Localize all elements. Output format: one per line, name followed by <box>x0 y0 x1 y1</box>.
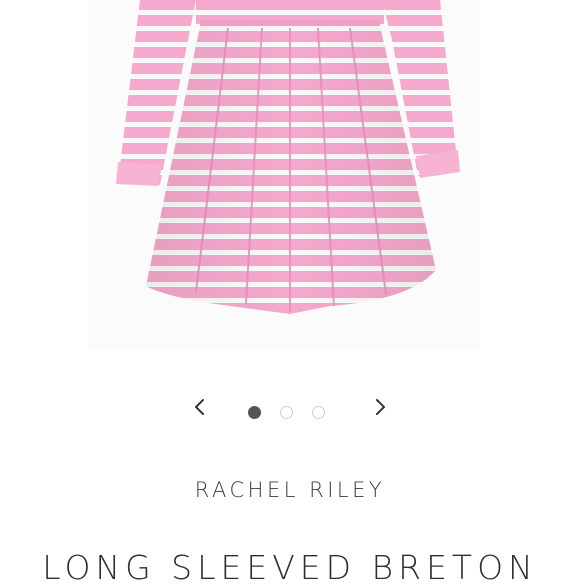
image-carousel-controls <box>0 393 580 429</box>
chevron-left-icon <box>193 398 207 420</box>
product-title: LONG SLEEVED BRETON <box>42 548 538 587</box>
carousel-dot-2[interactable] <box>280 405 293 419</box>
carousel-dot-3[interactable] <box>312 405 325 419</box>
product-image[interactable] <box>0 0 580 360</box>
carousel-next-button[interactable] <box>368 397 392 421</box>
brand-name[interactable]: RACHEL RILEY <box>0 478 580 502</box>
carousel-dots <box>248 405 325 419</box>
dress-illustration <box>88 0 480 350</box>
carousel-dot-1[interactable] <box>248 405 261 419</box>
chevron-right-icon <box>373 398 387 420</box>
carousel-prev-button[interactable] <box>188 397 212 421</box>
